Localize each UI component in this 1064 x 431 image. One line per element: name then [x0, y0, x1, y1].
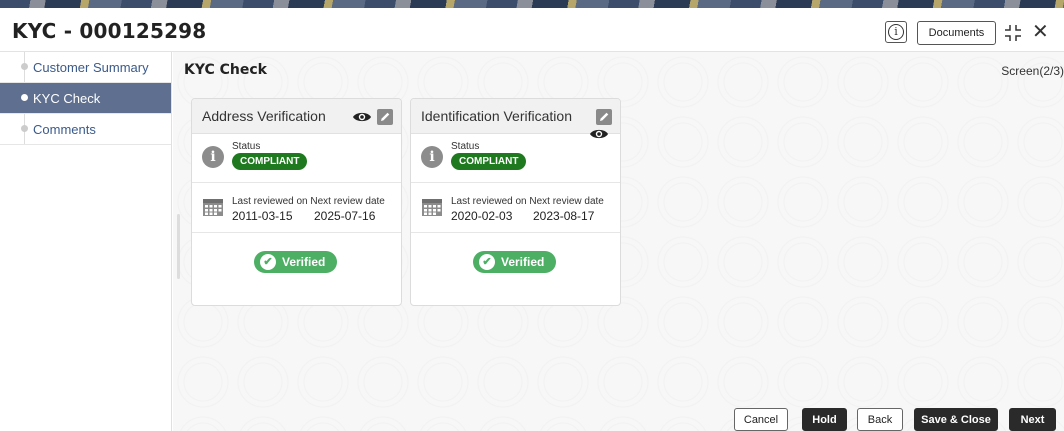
calendar-icon	[203, 199, 223, 216]
status-section: i Status COMPLIANT	[411, 134, 620, 183]
address-verification-card: Address Verification i Status COMPLIANT …	[191, 98, 402, 306]
close-icon[interactable]: ✕	[1032, 21, 1049, 43]
main-content: KYC Check Screen(2/3) Address Verificati…	[173, 52, 1064, 431]
status-label: Status	[232, 141, 261, 152]
info-circle-icon: i	[421, 146, 443, 168]
calendar-icon	[422, 199, 442, 216]
identification-verification-card: Identification Verification i Status COM…	[410, 98, 621, 306]
review-section: Last reviewed on Next review date 2020-0…	[411, 183, 620, 233]
card-header: Address Verification	[192, 99, 401, 134]
verified-label: Verified	[282, 255, 326, 269]
sidebar-item-label: Comments	[33, 122, 96, 137]
documents-button[interactable]: Documents	[917, 21, 996, 45]
section-title: KYC Check	[184, 62, 267, 78]
sidebar-item-comments[interactable]: Comments	[0, 114, 171, 145]
info-icon: i	[888, 24, 904, 40]
next-review-date: 2023-08-17	[533, 209, 595, 223]
check-circle-icon: ✔	[479, 254, 495, 270]
info-button[interactable]: i	[885, 21, 907, 43]
card-title: Identification Verification	[421, 108, 572, 124]
status-section: i Status COMPLIANT	[192, 134, 401, 183]
status-label: Status	[451, 141, 480, 152]
header-bar: KYC - 000125298 i Documents ✕	[0, 8, 1064, 52]
edit-icon[interactable]	[377, 109, 393, 125]
sidebar-item-label: KYC Check	[33, 91, 101, 106]
page-title: KYC - 000125298	[12, 19, 207, 43]
last-reviewed-date: 2020-02-03	[451, 209, 513, 223]
verified-badge: ✔ Verified	[254, 251, 338, 273]
edit-icon[interactable]	[596, 109, 612, 125]
check-circle-icon: ✔	[260, 254, 276, 270]
verified-badge: ✔ Verified	[473, 251, 557, 273]
expand-icon[interactable]	[1004, 24, 1022, 42]
eye-icon[interactable]	[352, 110, 372, 124]
next-review-date: 2025-07-16	[314, 209, 376, 223]
status-badge: COMPLIANT	[232, 153, 308, 170]
sidebar-item-kyc-check[interactable]: KYC Check	[0, 83, 171, 114]
next-button[interactable]: Next	[1009, 408, 1056, 431]
review-dates-label: Last reviewed on Next review date	[232, 196, 385, 207]
review-dates-label: Last reviewed on Next review date	[451, 196, 604, 207]
status-badge: COMPLIANT	[451, 153, 527, 170]
info-circle-icon: i	[202, 146, 224, 168]
step-dot	[21, 125, 28, 132]
cancel-button[interactable]: Cancel	[734, 408, 788, 431]
card-title: Address Verification	[202, 108, 326, 124]
screen-indicator: Screen(2/3)	[1001, 64, 1064, 78]
verified-label: Verified	[501, 255, 545, 269]
last-reviewed-date: 2011-03-15	[232, 209, 293, 223]
sidebar: Customer Summary KYC Check Comments	[0, 52, 172, 431]
step-dot	[21, 63, 28, 70]
top-banner-strip	[0, 0, 1064, 8]
sidebar-item-customer-summary[interactable]: Customer Summary	[0, 52, 171, 83]
sidebar-item-label: Customer Summary	[33, 60, 149, 75]
back-button[interactable]: Back	[857, 408, 903, 431]
step-dot	[21, 94, 28, 101]
card-header: Identification Verification	[411, 99, 620, 139]
save-and-close-button[interactable]: Save & Close	[914, 408, 998, 431]
review-section: Last reviewed on Next review date 2011-0…	[192, 183, 401, 233]
scroll-indicator[interactable]	[177, 214, 180, 279]
hold-button[interactable]: Hold	[802, 408, 847, 431]
